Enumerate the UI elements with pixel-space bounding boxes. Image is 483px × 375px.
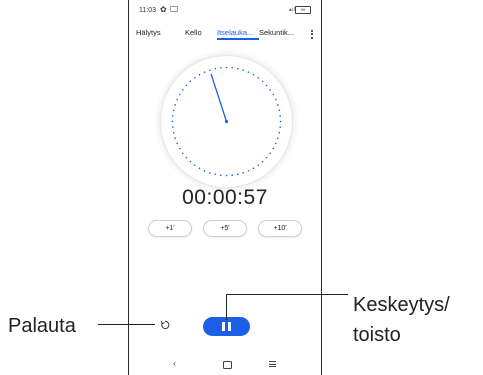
dial-tick	[176, 98, 178, 101]
tab-alarm[interactable]: Hälytys	[136, 28, 161, 37]
dial-tick	[176, 142, 178, 145]
dial-tick	[203, 71, 206, 73]
kebab-menu-icon[interactable]	[311, 30, 314, 40]
dial-tick	[178, 147, 181, 150]
dial-tick	[225, 174, 228, 177]
dial-tick	[172, 131, 175, 134]
dial-tick	[265, 84, 268, 87]
dial-tick	[209, 69, 211, 71]
pause-icon-bar	[228, 322, 231, 331]
dial-tick	[272, 147, 275, 150]
dial-tick	[198, 73, 201, 76]
reset-icon[interactable]	[160, 320, 170, 330]
dial-tick	[278, 109, 281, 112]
gear-icon: ✿	[160, 5, 167, 14]
dial-tick	[220, 66, 222, 69]
message-icon	[170, 6, 178, 12]
callout-pause-line-vertical	[226, 294, 227, 320]
dial-tick	[189, 80, 192, 83]
dial-tick	[247, 71, 250, 73]
dial-tick	[171, 115, 174, 117]
dial-tick	[214, 67, 217, 70]
dial-tick	[278, 131, 281, 134]
dial-tick	[257, 77, 260, 79]
dial-tick	[182, 88, 184, 91]
tab-bar: Hälytys Kello Itselauka... Sekuntik...	[129, 28, 321, 42]
dial-tick	[193, 164, 196, 166]
dial-tick	[261, 80, 264, 83]
dial-tick	[275, 142, 277, 145]
dial-tick	[269, 88, 271, 91]
add-1-minute-button[interactable]: +1'	[148, 220, 192, 237]
dial-tick	[265, 156, 268, 159]
dial-tick	[277, 104, 279, 106]
second-hand	[210, 73, 228, 122]
callout-reset-label: Palauta	[8, 315, 76, 337]
dial-tick	[279, 120, 282, 123]
dial-tick	[272, 93, 275, 96]
status-bar: 11:03 ✿ ▴ıl 99	[129, 0, 321, 22]
recents-icon[interactable]	[269, 361, 276, 369]
pause-icon	[222, 322, 225, 331]
dial-tick	[178, 93, 181, 96]
dial-tick	[193, 77, 196, 79]
stopwatch-dial	[161, 56, 292, 187]
hand-pivot	[224, 119, 229, 124]
dial-tick	[279, 115, 282, 117]
dial-tick	[198, 167, 201, 170]
dial-tick	[214, 173, 217, 176]
add-10-minutes-button[interactable]: +10'	[258, 220, 302, 237]
dial-tick	[185, 156, 188, 159]
dial-tick	[257, 164, 260, 166]
dial-graphic	[171, 66, 282, 177]
dial-tick	[185, 84, 188, 87]
dial-tick	[269, 152, 271, 155]
dial-tick	[171, 120, 174, 123]
callout-reset-line	[98, 324, 155, 325]
dial-tick	[252, 73, 255, 76]
dial-tick	[174, 137, 176, 139]
elapsed-time: 00:00:57	[182, 186, 268, 209]
home-icon[interactable]	[223, 361, 232, 369]
dial-tick	[209, 172, 211, 174]
tab-timer[interactable]: Sekuntik...	[259, 28, 294, 37]
tab-clock[interactable]: Kello	[185, 28, 202, 37]
navigation-bar: ‹	[129, 358, 321, 372]
active-tab-indicator	[217, 38, 259, 40]
dial-tick	[220, 174, 222, 177]
dial-tick	[236, 173, 239, 176]
dial-tick	[171, 126, 174, 128]
callout-pause-line2: toisto	[353, 324, 401, 346]
dial-tick	[225, 66, 228, 69]
dial-tick	[189, 160, 192, 163]
dial-tick	[174, 104, 176, 106]
dial-tick	[247, 170, 250, 172]
dial-tick	[279, 126, 282, 128]
dial-tick	[203, 170, 206, 172]
dial-tick	[231, 66, 233, 69]
status-time: 11:03	[139, 7, 156, 14]
tab-stopwatch[interactable]: Itselauka...	[217, 28, 253, 37]
callout-pause-line-horizontal	[226, 294, 348, 295]
callout-pause-line1: Keskeytys/	[353, 294, 450, 316]
screenshot-stage: 11:03 ✿ ▴ıl 99 Hälytys Kello Itselauka..…	[0, 0, 483, 375]
dial-tick	[182, 152, 184, 155]
dial-tick	[277, 137, 279, 139]
add-5-minutes-button[interactable]: +5'	[203, 220, 247, 237]
dial-tick	[231, 174, 233, 177]
callout-pause-label: Keskeytys/ toisto	[353, 290, 450, 350]
back-icon[interactable]: ‹	[173, 358, 176, 368]
dial-tick	[275, 98, 277, 101]
dial-tick	[242, 172, 244, 174]
dial-tick	[172, 109, 175, 112]
dial-tick	[252, 167, 255, 170]
phone-frame: 11:03 ✿ ▴ıl 99 Hälytys Kello Itselauka..…	[128, 0, 322, 375]
dial-tick	[236, 67, 239, 70]
dial-tick	[242, 69, 244, 71]
battery-icon: 99	[295, 6, 311, 14]
dial-tick	[261, 160, 264, 163]
